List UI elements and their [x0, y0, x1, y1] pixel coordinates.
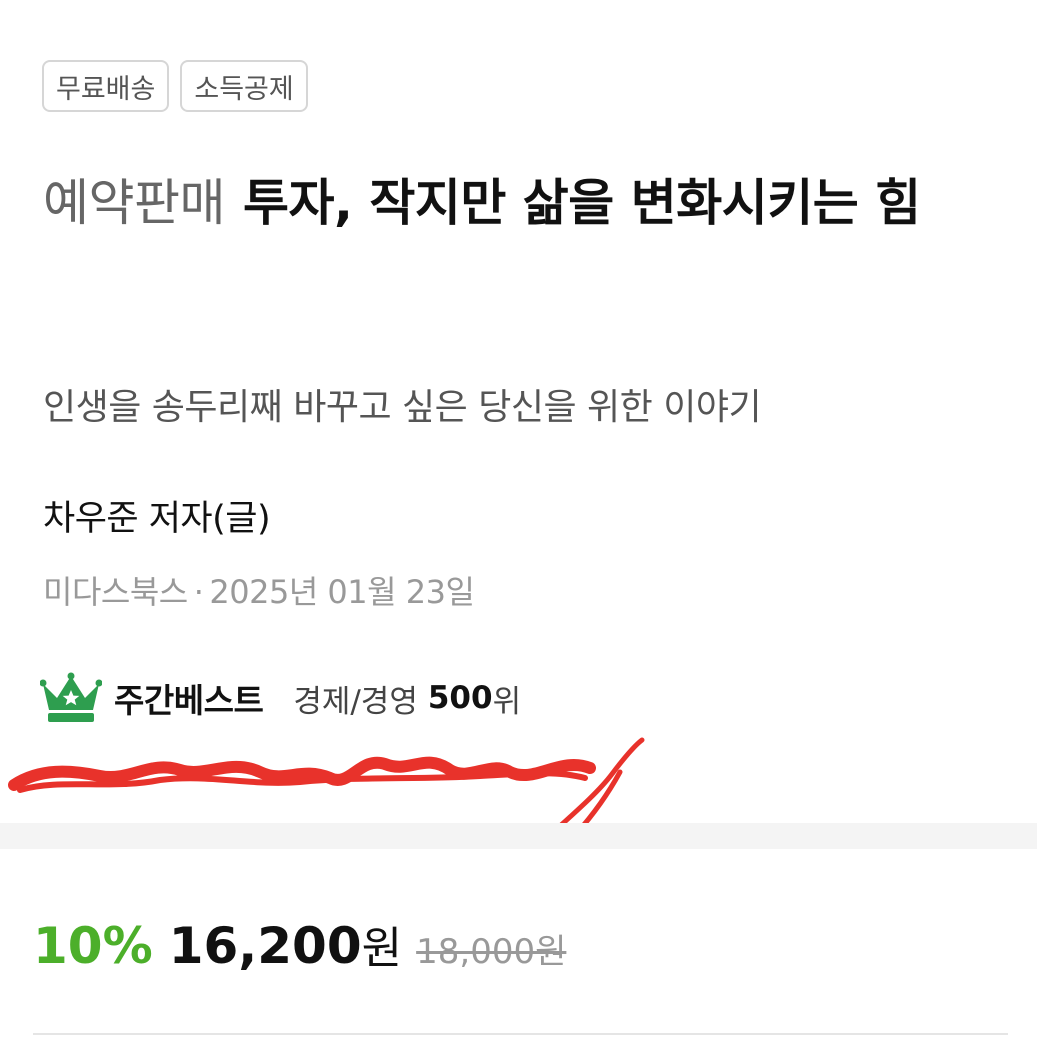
tag-list: 무료배송 소득공제	[42, 60, 308, 112]
best-rank-unit: 위	[492, 683, 522, 720]
free-shipping-tag: 무료배송	[42, 60, 170, 112]
discount-rate: 10%	[33, 917, 153, 975]
original-price: 18,000원	[416, 932, 567, 972]
bestseller-badge[interactable]: 주간베스트 경제/경영 500 위	[40, 668, 521, 728]
publication-info: 미다스북스 · 2025년 01월 23일	[43, 567, 475, 613]
book-title-heading: 예약판매 투자, 작지만 삶을 변화시키는 힘	[43, 155, 1018, 251]
weekly-best-label: 주간베스트	[114, 681, 264, 720]
publisher-link[interactable]: 미다스북스	[43, 573, 188, 611]
publication-date: 2025년 01월 23일	[209, 573, 475, 611]
sale-price-value: 16,200	[168, 917, 362, 975]
book-subtitle: 인생을 송두리째 바꾸고 싶은 당신을 위한 이야기	[43, 387, 762, 428]
bottom-divider	[33, 1033, 1008, 1035]
best-rank: 500	[427, 680, 493, 716]
price-section: 10% 16,200원 18,000원	[33, 912, 566, 976]
author-link[interactable]: 차우준 저자(글)	[43, 490, 271, 541]
sale-price-unit: 원	[361, 923, 403, 974]
tax-deduction-tag: 소득공제	[180, 60, 308, 112]
section-divider	[0, 823, 1037, 849]
best-category: 경제/경영	[293, 683, 418, 720]
preorder-status: 예약판매	[43, 174, 226, 232]
sale-price: 16,200원	[169, 912, 402, 976]
separator: ·	[193, 573, 204, 611]
crown-icon	[40, 672, 102, 722]
book-title: 투자, 작지만 삶을 변화시키는 힘	[243, 174, 921, 232]
